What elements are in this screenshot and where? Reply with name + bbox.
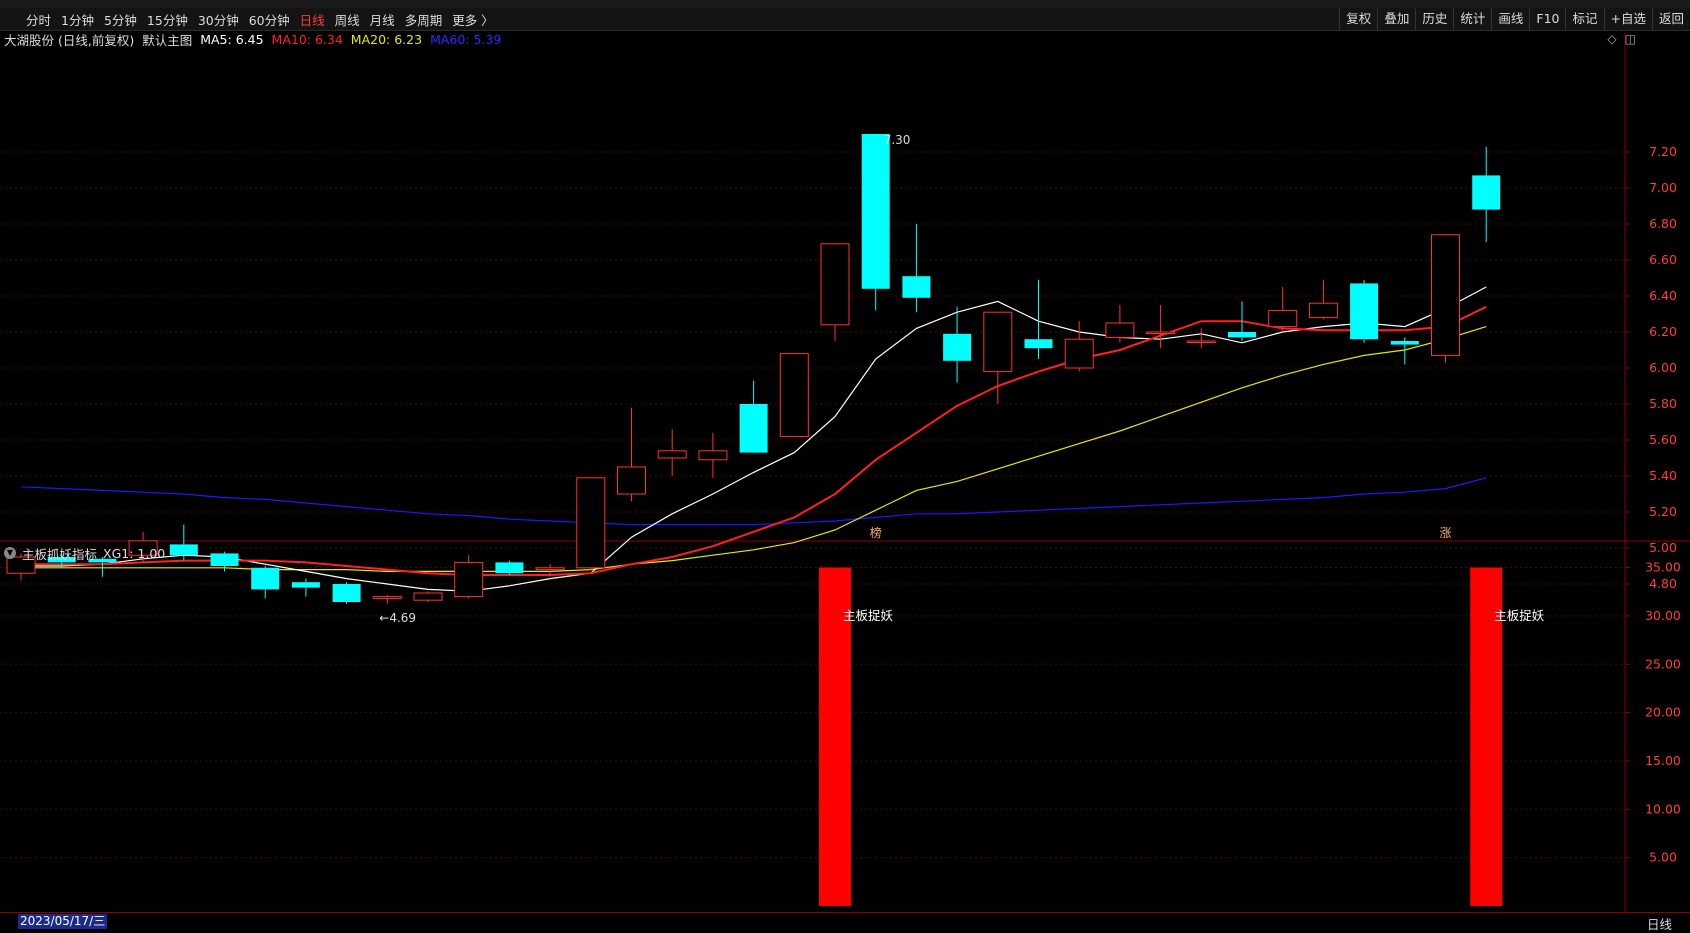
main-y-tick-label: 6.80 xyxy=(1649,216,1677,231)
main-y-tick-label: 6.60 xyxy=(1649,252,1677,267)
chart-canvas: 7.20 7.00 6.80 6.60 6.40 6.20 6.00 5.80 5.60 5.40… xyxy=(0,32,1690,928)
candle-body-down xyxy=(1350,283,1379,340)
indicator-name[interactable]: 主板抓妖指标 xyxy=(22,544,97,563)
main-y-tick-label: 5.60 xyxy=(1649,432,1677,447)
cursor-date-label: 2023/05/17/三 xyxy=(18,914,108,929)
candle-body-down xyxy=(251,567,280,590)
date-axis-bar xyxy=(0,912,1690,932)
main-y-tick-label: 7.00 xyxy=(1649,180,1677,195)
ma60-line xyxy=(20,477,1487,526)
candle-body-up xyxy=(1146,331,1176,334)
collapse-icon[interactable]: ▼ xyxy=(4,547,16,559)
candle-body-down xyxy=(1024,339,1053,349)
candle-body-up xyxy=(1105,322,1135,338)
candle-body-down xyxy=(210,553,239,566)
ind-y-tick-label: 35.00 xyxy=(1645,560,1681,575)
candle-body-up xyxy=(413,592,443,601)
candle-body-down xyxy=(169,544,198,556)
xg1-bar-label: 主板捉妖 xyxy=(1494,608,1545,623)
ind-y-tick-label: 20.00 xyxy=(1645,705,1681,720)
candle-body-up xyxy=(535,567,565,571)
candle-body-up xyxy=(576,477,606,569)
candle-body-down xyxy=(495,562,524,574)
indicator-value: XG1: 1.00 xyxy=(103,545,166,561)
footer-period-label[interactable]: 日线 xyxy=(1647,914,1672,933)
main-y-tick-label: 6.20 xyxy=(1649,324,1677,339)
candle-body-up xyxy=(1431,234,1460,356)
main-y-tick-label: 5.00 xyxy=(1649,540,1677,555)
candle-body-down xyxy=(1390,341,1419,345)
main-y-tick-label: 6.00 xyxy=(1649,360,1677,375)
candle-body-down xyxy=(861,134,890,289)
high-price-label: 7.30 xyxy=(884,133,911,147)
main-chart-legend: 大湖股份 (日线,前复权) 默认主图 MA5: 6.45 MA10: 6.34 … xyxy=(4,30,509,49)
main-y-tick-label: 4.80 xyxy=(1649,576,1677,591)
xg1-bar-label: 主板捉妖 xyxy=(843,608,894,623)
main-y-tick-label: 5.40 xyxy=(1649,468,1677,483)
candle-body-down xyxy=(1228,332,1256,338)
candle-body-up xyxy=(657,450,687,459)
candle-body-down xyxy=(1472,175,1501,210)
ma60-legend: MA60: 5.39 xyxy=(430,31,502,47)
panel-toggle-icon[interactable]: ◫ xyxy=(1625,32,1636,46)
candle-body-up xyxy=(372,596,402,599)
main-y-tick-label: 7.20 xyxy=(1649,144,1677,159)
ind-y-tick-label: 25.00 xyxy=(1645,656,1681,671)
diamond-icon[interactable]: ◇ xyxy=(1607,32,1616,46)
ind-y-tick-label: 5.00 xyxy=(1649,850,1677,865)
candle-body-down xyxy=(291,582,320,588)
chart-corner-icons: ◇ ◫ xyxy=(1607,32,1636,46)
candle-body-up xyxy=(820,243,850,326)
candle-body-down xyxy=(943,333,972,361)
candle-body-down xyxy=(739,404,768,453)
candle-body-up xyxy=(698,450,728,461)
ma10-legend: MA10: 6.34 xyxy=(271,31,343,47)
main-y-tick-label: 5.20 xyxy=(1649,504,1677,519)
candle-body-up xyxy=(1268,309,1298,328)
main-y-tick-label: 6.40 xyxy=(1649,288,1677,303)
ind-y-tick-label: 15.00 xyxy=(1645,753,1681,768)
candle-body-up xyxy=(1186,340,1216,343)
candle-body-up xyxy=(779,353,809,437)
ind-y-tick-label: 30.00 xyxy=(1645,608,1681,623)
template-label[interactable]: 默认主图 xyxy=(142,30,192,49)
ma5-legend: MA5: 6.45 xyxy=(200,31,264,47)
candle-body-up xyxy=(1308,302,1338,319)
ind-y-tick-label: 10.00 xyxy=(1645,801,1681,816)
candle-body-up xyxy=(617,466,646,495)
signal-mark-label: 榜 xyxy=(870,525,882,540)
ma20-legend: MA20: 6.23 xyxy=(350,31,423,47)
low-price-label: ←4.69 xyxy=(379,611,416,625)
indicator-legend: ▼ 主板抓妖指标 XG1: 1.00 xyxy=(4,544,171,563)
candle-body-up xyxy=(1064,338,1094,369)
candle-body-up xyxy=(454,561,484,598)
candle-body-down xyxy=(332,584,361,602)
main-y-tick-label: 5.80 xyxy=(1649,396,1677,411)
candle-body-up xyxy=(983,311,1013,373)
candle-body-down xyxy=(902,276,931,298)
stock-name-label: 大湖股份 (日线,前复权) xyxy=(4,32,135,48)
signal-mark-label: 涨 xyxy=(1439,525,1451,540)
